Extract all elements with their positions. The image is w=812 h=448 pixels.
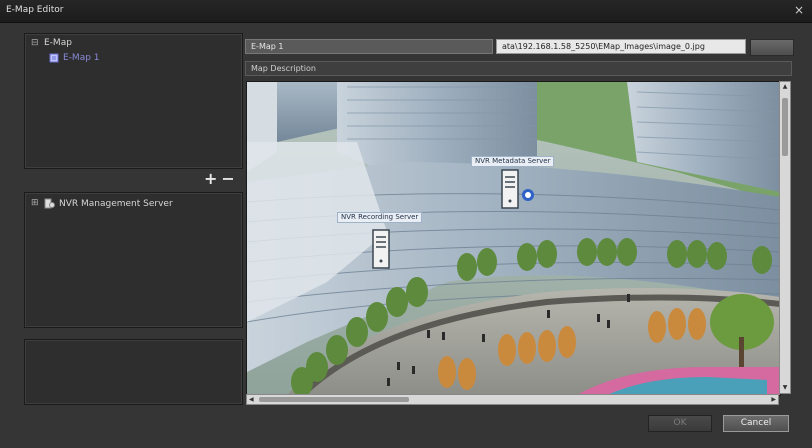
recording-server-icon[interactable]	[371, 229, 391, 271]
tree-actions: + −	[204, 169, 239, 188]
ok-button[interactable]: OK	[648, 415, 712, 432]
horizontal-scroll-thumb[interactable]	[259, 397, 409, 402]
marker-label: NVR Recording Server	[337, 212, 423, 223]
map-canvas[interactable]: NVR Metadata Server NVR Recording Server	[246, 81, 781, 396]
tree-item-label: E-Map	[44, 38, 72, 48]
scroll-up-icon[interactable]: ▲	[782, 83, 788, 91]
expand-icon[interactable]: ⊟	[31, 38, 40, 48]
tree-item-label: E-Map 1	[63, 53, 100, 63]
map-name-input[interactable]: E-Map 1	[245, 39, 493, 54]
tree-item-emap-root[interactable]: ⊟ E-Map	[31, 38, 72, 48]
close-icon[interactable]: ×	[792, 3, 806, 17]
expand-icon[interactable]: ⊞	[31, 199, 40, 208]
vertical-scroll-thumb[interactable]	[782, 98, 788, 156]
map-file-icon	[49, 53, 59, 63]
scroll-down-icon[interactable]: ▼	[782, 384, 788, 392]
tree-item-label: NVR Management Server	[59, 198, 173, 209]
server-tree-panel: ⊞ NVR Management Server	[24, 192, 243, 328]
scroll-left-icon[interactable]: ◀	[249, 395, 254, 404]
scroll-right-icon[interactable]: ▶	[771, 395, 776, 404]
tree-item-emap-1[interactable]: E-Map 1	[49, 53, 100, 63]
server-icon	[44, 198, 55, 209]
properties-panel	[24, 339, 243, 405]
image-path-input[interactable]: ata\192.168.1.58_5250\EMap_Images\image_…	[496, 39, 746, 54]
horizontal-scrollbar[interactable]: ◀ ▶	[246, 394, 779, 405]
vertical-scrollbar[interactable]: ▲ ▼	[779, 81, 791, 394]
browse-image-button[interactable]	[750, 39, 794, 56]
emap-editor-window: E-Map Editor × ⊟ E-Map E-Map 1 + − ⊞ NVR …	[0, 0, 812, 448]
metadata-server-icon[interactable]	[500, 169, 540, 211]
map-description-input[interactable]: Map Description	[245, 61, 792, 76]
tree-item-nvr-server[interactable]: ⊞ NVR Management Server	[31, 198, 173, 209]
window-title: E-Map Editor	[6, 5, 64, 15]
remove-map-button[interactable]: −	[221, 169, 234, 188]
emap-tree-panel: ⊟ E-Map E-Map 1	[24, 33, 243, 169]
cancel-button[interactable]: Cancel	[723, 415, 789, 432]
title-bar[interactable]: E-Map Editor ×	[0, 0, 812, 23]
map-background-image	[247, 82, 780, 395]
add-map-button[interactable]: +	[204, 169, 217, 188]
marker-label: NVR Metadata Server	[471, 156, 555, 167]
